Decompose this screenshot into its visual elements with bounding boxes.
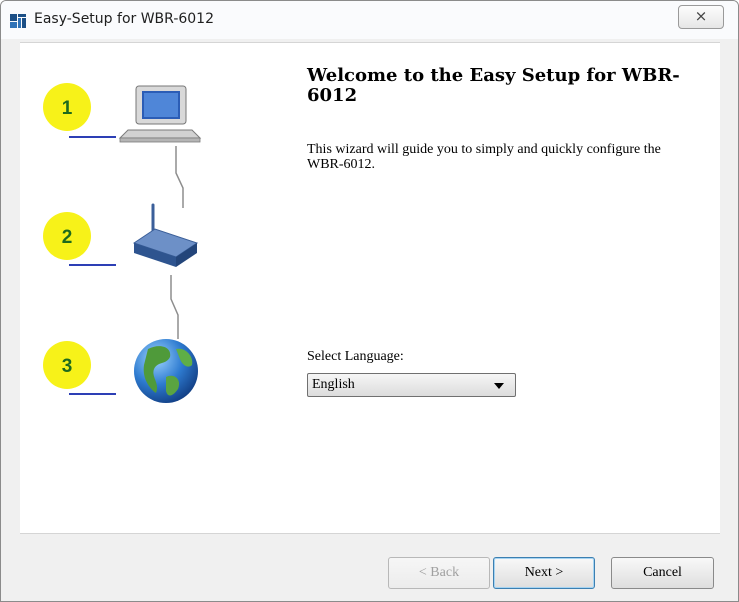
window-title: Easy-Setup for WBR-6012 [34,11,214,27]
title-bar: Easy-Setup for WBR-6012 ⨯ [1,1,738,39]
language-dropdown[interactable]: English [307,373,516,397]
step-2: 2 [43,212,116,266]
router-icon [132,203,199,267]
app-logo-icon [10,14,26,28]
language-selected-value: English [312,377,355,392]
cancel-button[interactable]: Cancel [611,557,714,589]
language-label: Select Language: [307,349,404,364]
computer-icon [118,85,202,143]
close-button[interactable]: ⨯ [678,5,724,29]
wizard-window: Easy-Setup for WBR-6012 ⨯ 1 2 3 Welcome … [0,0,739,602]
step-3: 3 [43,341,116,395]
globe-icon [134,339,198,403]
step-1-number: 1 [62,98,73,119]
step-1: 1 [43,83,116,138]
wizard-content: 1 2 3 Welcome to the Easy Setup for WBR-… [20,42,720,534]
setup-steps-graphic: 1 2 3 [43,83,202,403]
next-button[interactable]: Next > [493,557,595,589]
wizard-description: This wizard will guide you to simply and… [307,142,661,172]
back-button[interactable]: < Back [388,557,490,589]
welcome-title: Welcome to the Easy Setup for WBR-6012 [307,65,680,106]
step-3-number: 3 [62,356,73,377]
chevron-down-icon [494,383,504,389]
step-2-number: 2 [62,227,73,248]
